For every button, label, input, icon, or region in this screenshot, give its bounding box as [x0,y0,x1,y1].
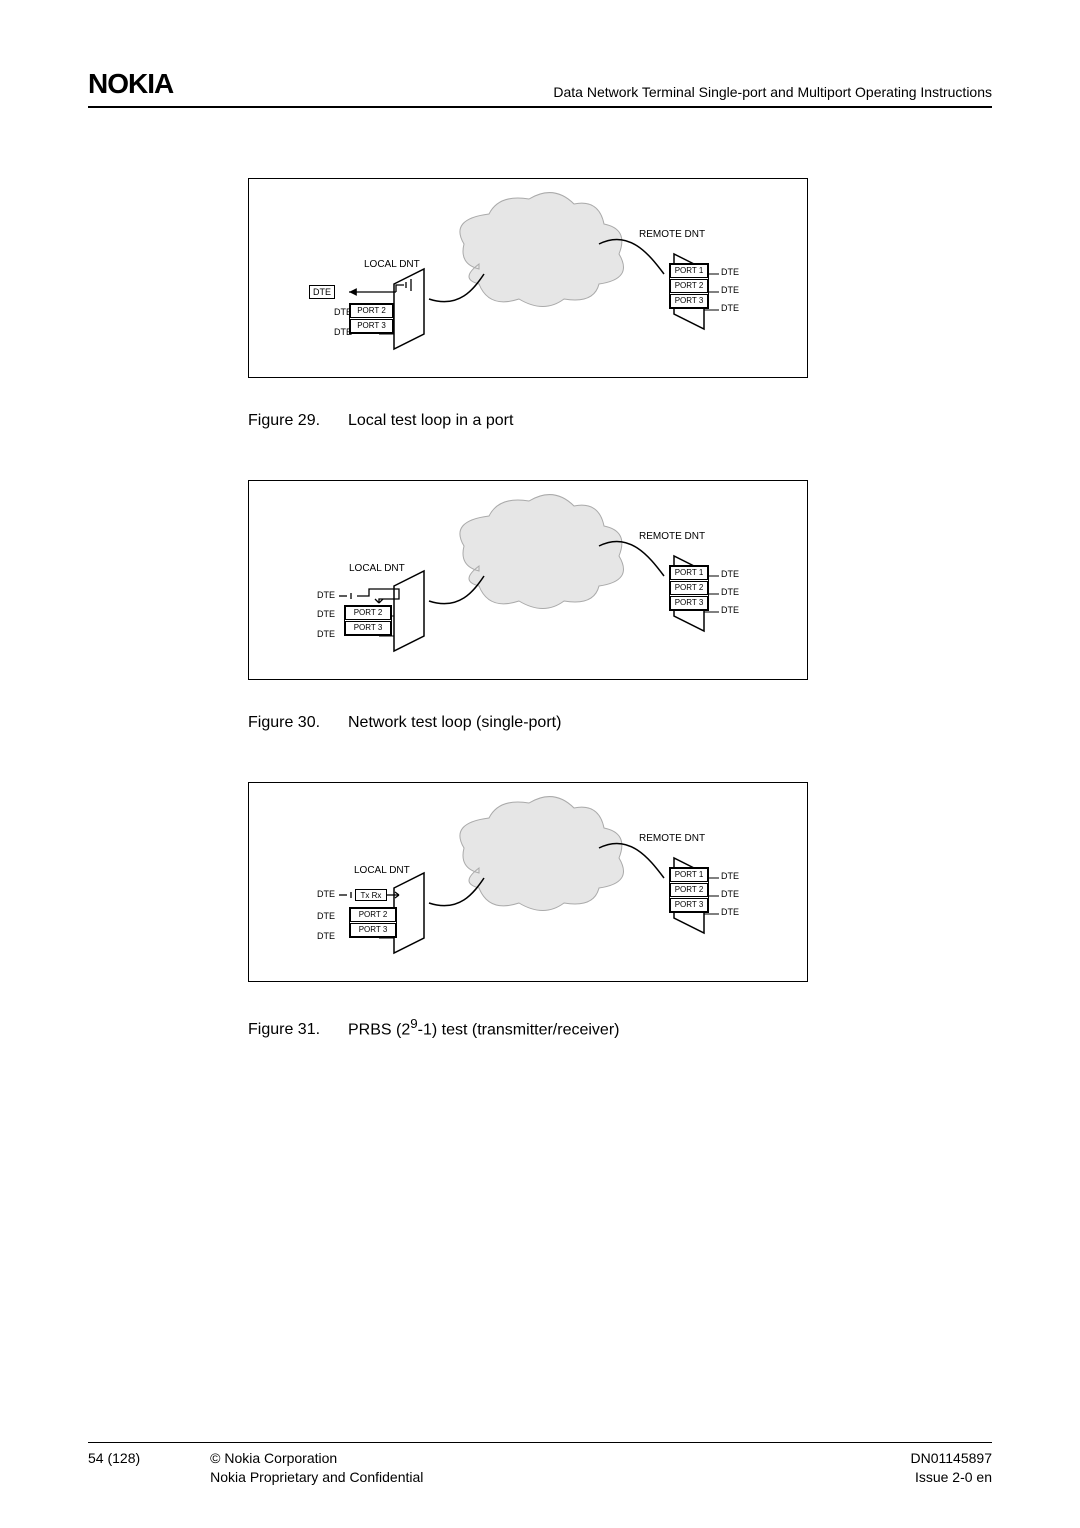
txrx-box: Tx Rx [355,889,387,901]
nokia-logo: NOKIA [88,68,173,100]
port3-label: PORT 3 [350,319,393,333]
port2-label: PORT 2 [670,279,708,293]
footer-copyright: © Nokia Corporation [210,1449,423,1469]
figure-29-svg [249,179,809,379]
port1-label: PORT 1 [670,264,708,278]
figure-30-box: LOCAL DNT REMOTE DNT DTE DTE DTE PORT 2 … [248,480,808,680]
figure-30: LOCAL DNT REMOTE DNT DTE DTE DTE PORT 2 … [248,480,992,732]
figure-31-caption: Figure 31.PRBS (29-1) test (transmitter/… [248,1016,992,1039]
port1-label: PORT 1 [670,868,708,882]
figure-30-caption: Figure 30.Network test loop (single-port… [248,714,992,732]
page-number: 54 (128) [88,1449,140,1488]
port3-label: PORT 3 [345,621,391,635]
figure-30-svg [249,481,809,681]
port2-label: PORT 2 [345,606,391,620]
page-footer: 54 (128) © Nokia Corporation Nokia Propr… [88,1442,992,1488]
port3-label: PORT 3 [670,294,708,308]
port2-label: PORT 2 [670,883,708,897]
dte-box: DTE [309,285,335,299]
port2-label: PORT 2 [670,581,708,595]
figure-29-caption: Figure 29.Local test loop in a port [248,412,992,430]
figure-31-svg [249,783,809,983]
header-title: Data Network Terminal Single-port and Mu… [553,84,992,100]
figure-31: LOCAL DNT REMOTE DNT DTE DTE DTE Tx Rx P… [248,782,992,1039]
port2-label: PORT 2 [350,304,393,318]
footer-docnum: DN01145897 [911,1449,992,1469]
figure-29-box: LOCAL DNT REMOTE DNT DTE DTE DTE PORT 2 … [248,178,808,378]
footer-confidential: Nokia Proprietary and Confidential [210,1468,423,1488]
port3-label: PORT 3 [350,923,396,937]
page-header: NOKIA Data Network Terminal Single-port … [88,68,992,108]
port3-label: PORT 3 [670,596,708,610]
port1-label: PORT 1 [670,566,708,580]
port3-label: PORT 3 [670,898,708,912]
figure-31-box: LOCAL DNT REMOTE DNT DTE DTE DTE Tx Rx P… [248,782,808,982]
port2-label: PORT 2 [350,908,396,922]
figure-29: LOCAL DNT REMOTE DNT DTE DTE DTE PORT 2 … [248,178,992,430]
footer-issue: Issue 2-0 en [911,1468,992,1488]
